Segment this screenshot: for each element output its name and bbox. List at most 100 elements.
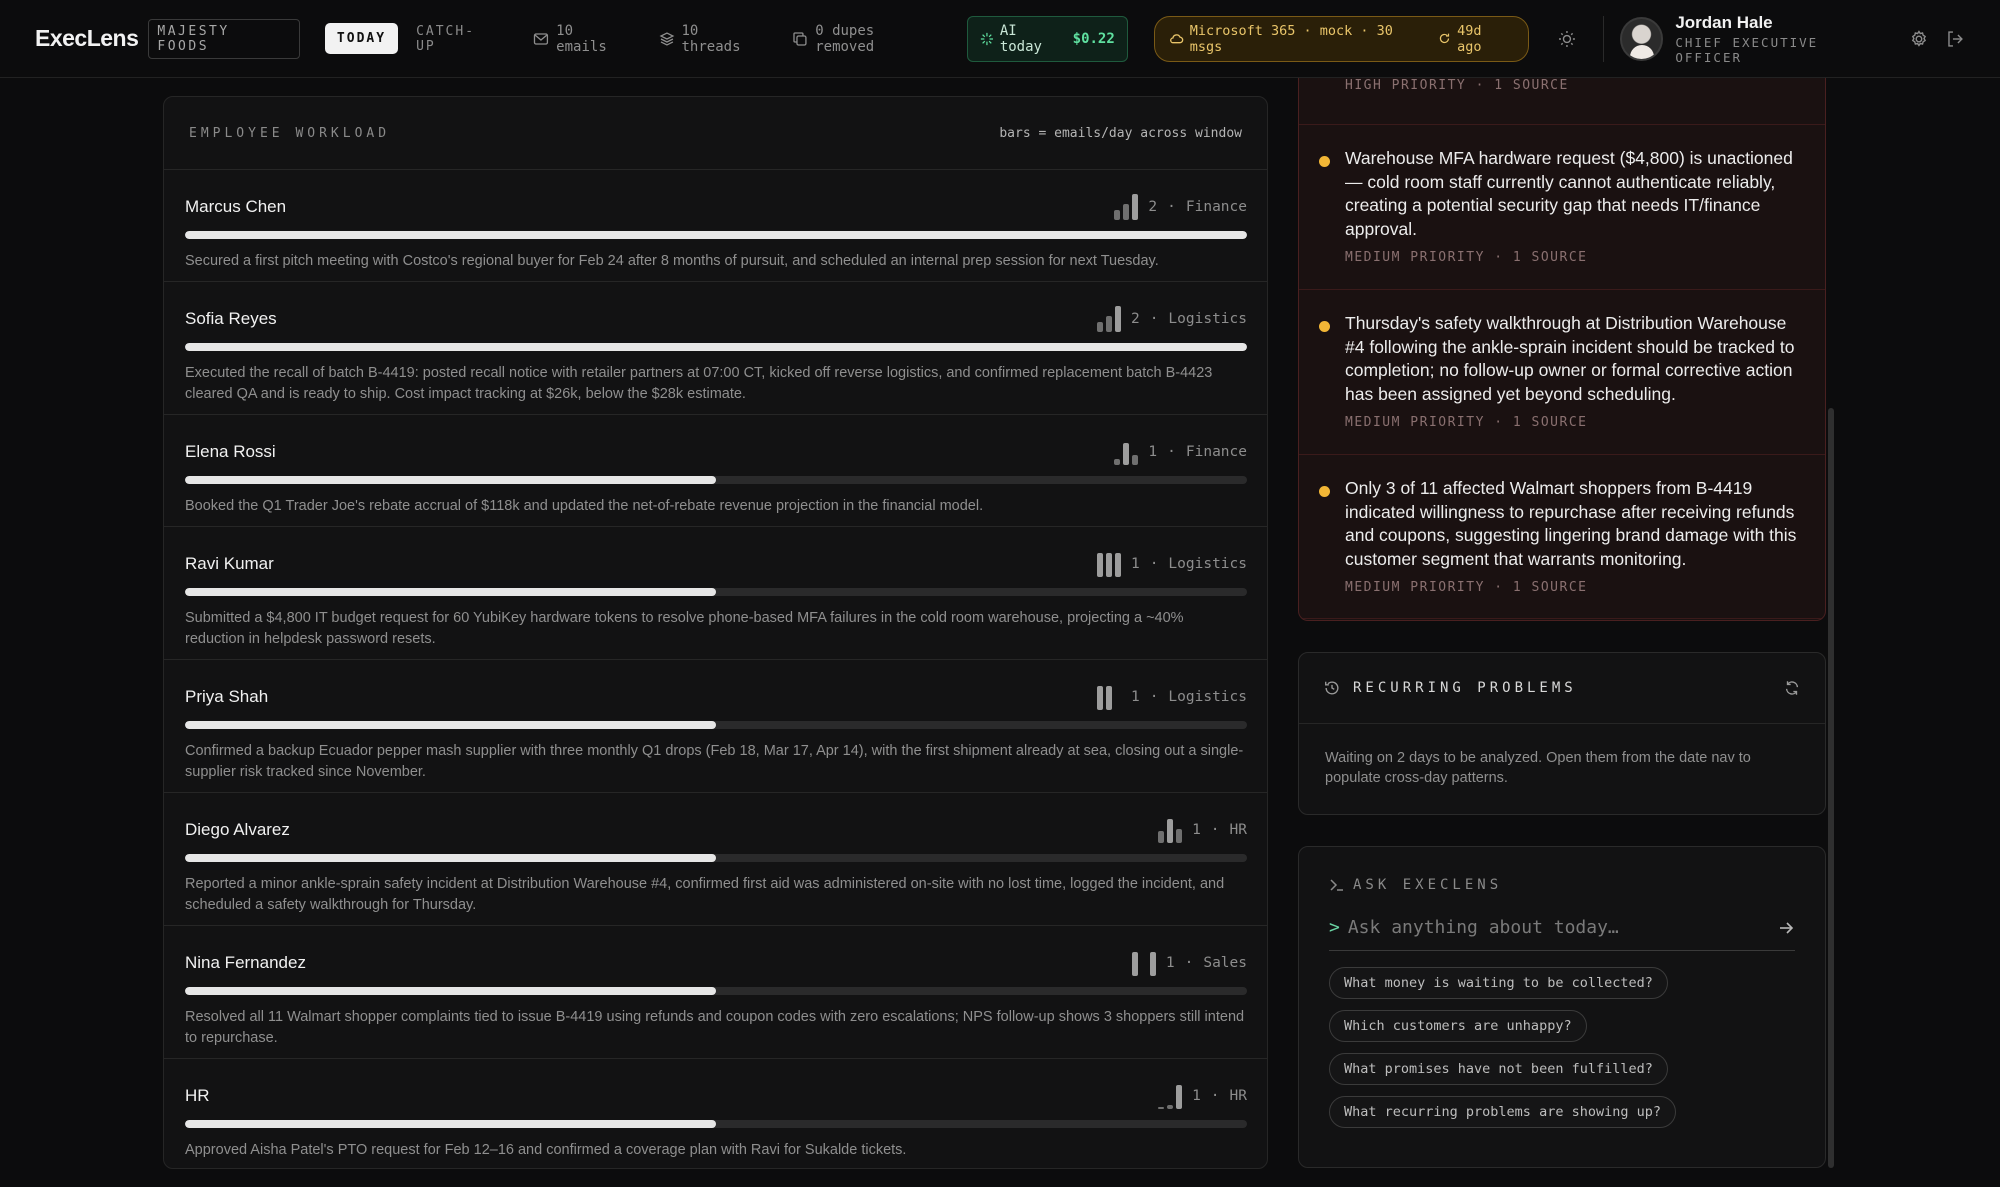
workload-legend-note: bars = emails/day across window (999, 125, 1242, 141)
dupes-count: 0 dupes removed (815, 22, 875, 55)
avatar[interactable] (1619, 16, 1664, 61)
refresh-icon (1439, 33, 1450, 44)
employee-department: Logistics (1168, 311, 1247, 327)
workload-bar (185, 1120, 1247, 1128)
sparkle-icon (980, 32, 993, 45)
history-icon (1325, 681, 1339, 695)
alert-meta: MEDIUM PRIORITY · 1 SOURCE (1345, 580, 1588, 595)
employee-row-header: Elena Rossi 1 · Finance (185, 439, 1247, 465)
employee-row[interactable]: Ravi Kumar 1 · Logistics Submitted a $4,… (164, 527, 1267, 660)
workload-bar (185, 476, 1247, 484)
employee-row[interactable]: Sofia Reyes 2 · Logistics Executed the r… (164, 282, 1267, 415)
email-sparkline (1096, 306, 1121, 332)
email-count: 1 (1192, 822, 1201, 838)
tab-catch-up[interactable]: CATCH-UP (404, 16, 506, 62)
ai-cost-label: AI today (999, 22, 1042, 55)
alert-text: Only 3 of 11 affected Walmart shoppers f… (1345, 478, 1797, 569)
spark-bar (1105, 553, 1112, 577)
top-bar: ExecLens MAJESTY FOODS TODAY CATCH-UP 10… (0, 0, 2000, 78)
alert-text: Thursday's safety walkthrough at Distrib… (1345, 313, 1795, 404)
recurring-header: RECURRING PROBLEMS (1299, 653, 1825, 724)
spark-bar (1132, 455, 1139, 465)
email-sparkline (1131, 950, 1156, 976)
employee-department: HR (1229, 1088, 1247, 1104)
app-logo[interactable]: ExecLens (35, 25, 139, 52)
employee-department: Logistics (1168, 689, 1247, 705)
employee-meta: 2 · Finance (1114, 194, 1247, 220)
spark-bar (1114, 210, 1121, 220)
employee-row[interactable]: Priya Shah 1 · Logistics Confirmed a bac… (164, 660, 1267, 793)
arrow-right-icon[interactable] (1777, 919, 1795, 937)
employee-name: Marcus Chen (185, 197, 287, 216)
spark-bar (1114, 459, 1121, 465)
employee-row[interactable]: Nina Fernandez 1 · Sales Resolved all 11… (164, 926, 1267, 1059)
scrollbar[interactable] (1828, 408, 1834, 1168)
refresh-icon[interactable] (1783, 679, 1801, 697)
priority-dot-icon (1319, 486, 1330, 497)
employee-name: Diego Alvarez (185, 820, 290, 839)
tab-today[interactable]: TODAY (324, 23, 399, 54)
spark-bar (1123, 204, 1130, 220)
suggestion-chip[interactable]: What promises have not been fulfilled? (1329, 1053, 1668, 1085)
employee-summary: Submitted a $4,800 IT budget request for… (185, 610, 1184, 647)
suggestion-chip[interactable]: Which customers are unhappy? (1329, 1010, 1587, 1042)
employee-department: HR (1229, 822, 1247, 838)
spark-bar (1114, 306, 1121, 332)
ask-input-row: > (1329, 917, 1795, 951)
employee-row-header: HR 1 · HR (185, 1083, 1247, 1109)
employee-row-header: Ravi Kumar 1 · Logistics (185, 551, 1247, 577)
source-badge[interactable]: Microsoft 365 · mock · 30 msgs 49d ago (1153, 15, 1529, 62)
workload-bar-fill (185, 854, 716, 862)
ai-cost-badge: AI today $0.22 (966, 15, 1128, 62)
suggestion-chip[interactable]: What recurring problems are showing up? (1329, 1096, 1676, 1128)
spark-bar (1176, 829, 1183, 843)
suggestion-chip[interactable]: What money is waiting to be collected? (1329, 967, 1668, 999)
priority-dot-icon (1319, 321, 1330, 332)
workload-bar-fill (185, 231, 1247, 239)
employee-row[interactable]: HR 1 · HR Approved Aisha Patel's PTO req… (164, 1059, 1267, 1168)
employee-department: Finance (1185, 444, 1247, 460)
spark-bar (1105, 316, 1112, 332)
user-info: Jordan Hale CHIEF EXECUTIVE OFFICER (1675, 13, 1893, 65)
email-sparkline (1114, 439, 1139, 465)
workload-bar-fill (185, 721, 716, 729)
emails-count: 10 emails (556, 22, 607, 55)
meta-separator: · (1210, 822, 1220, 838)
email-count: 1 (1192, 1088, 1201, 1104)
employee-row[interactable]: Marcus Chen 2 · Finance Secured a first … (164, 170, 1267, 282)
employee-workload-panel: EMPLOYEE WORKLOAD bars = emails/day acro… (163, 96, 1268, 1169)
ask-execlens-panel: ASK EXECLENS > What money is waiting to … (1298, 846, 1826, 1168)
employee-row-header: Priya Shah 1 · Logistics (185, 684, 1247, 710)
workload-bar (185, 588, 1247, 596)
employee-summary: Confirmed a backup Ecuador pepper mash s… (185, 743, 1244, 780)
theme-toggle-icon[interactable] (1557, 29, 1577, 49)
company-badge: MAJESTY FOODS (148, 18, 300, 59)
employee-department: Sales (1203, 955, 1247, 971)
spark-bar (1149, 952, 1156, 976)
meta-separator: · (1184, 955, 1194, 971)
employee-name: Sofia Reyes (185, 309, 277, 328)
priority-alerts-panel: HIGH PRIORITY · 1 SOURCE Warehouse MFA h… (1298, 78, 1826, 621)
dupes-stat: 0 dupes removed (792, 23, 941, 55)
gear-icon[interactable] (1909, 29, 1929, 49)
layers-icon (659, 31, 674, 46)
employee-row[interactable]: Elena Rossi 1 · Finance Booked the Q1 Tr… (164, 415, 1267, 527)
employee-meta: 1 · Sales (1131, 950, 1247, 976)
logout-icon[interactable] (1945, 29, 1965, 49)
ai-cost-value: $0.22 (1072, 30, 1115, 47)
employee-meta: 1 · HR (1158, 1083, 1247, 1109)
alert-text: Warehouse MFA hardware request ($4,800) … (1345, 148, 1793, 239)
user-role: CHIEF EXECUTIVE OFFICER (1675, 34, 1819, 65)
alert-item[interactable]: Warehouse MFA hardware request ($4,800) … (1299, 125, 1825, 290)
cloud-icon (1169, 34, 1184, 44)
employee-row[interactable]: Diego Alvarez 1 · HR Reported a minor an… (164, 793, 1267, 926)
alert-item[interactable]: Thursday's safety walkthrough at Distrib… (1299, 290, 1825, 455)
ask-input[interactable] (1347, 917, 1777, 938)
employee-row-header: Marcus Chen 2 · Finance (185, 194, 1247, 220)
employee-summary: Booked the Q1 Trader Joe's rebate accrua… (185, 498, 984, 514)
employee-summary: Approved Aisha Patel's PTO request for F… (185, 1142, 907, 1158)
suggestion-chips: What money is waiting to be collected? W… (1329, 967, 1795, 1128)
employee-department: Logistics (1168, 556, 1247, 572)
email-count: 1 (1130, 556, 1140, 572)
alert-item[interactable]: Only 3 of 11 affected Walmart shoppers f… (1299, 455, 1825, 619)
